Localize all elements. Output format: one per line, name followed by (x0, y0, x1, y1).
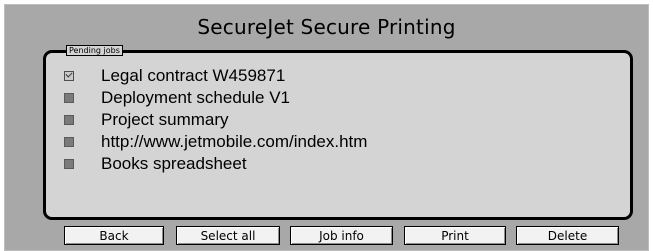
job-item-1[interactable]: Deployment schedule V1 (64, 87, 367, 109)
job-item-4[interactable]: Books spreadsheet (64, 153, 367, 175)
job-checkbox-icon[interactable] (64, 137, 74, 147)
job-checkbox-icon[interactable] (64, 115, 74, 125)
window-title: SecureJet Secure Printing (197, 15, 456, 39)
select-all-button[interactable]: Select all (176, 226, 280, 245)
job-label: Legal contract W459871 (101, 66, 286, 85)
job-label: Deployment schedule V1 (101, 88, 291, 107)
job-info-button[interactable]: Job info (290, 226, 393, 245)
job-checkbox-icon[interactable] (64, 93, 74, 103)
delete-button[interactable]: Delete (516, 226, 619, 245)
job-label: Project summary (101, 110, 229, 129)
job-checkbox-icon[interactable] (64, 159, 74, 169)
back-button[interactable]: Back (64, 226, 164, 245)
job-label: Books spreadsheet (101, 154, 247, 173)
pending-jobs-panel: Pending jobs Legal contract W459871 Depl… (43, 45, 633, 220)
pending-jobs-legend: Pending jobs (66, 45, 123, 56)
job-item-0[interactable]: Legal contract W459871 (64, 65, 367, 87)
job-list: Legal contract W459871 Deployment schedu… (64, 65, 367, 175)
job-label: http://www.jetmobile.com/index.htm (101, 132, 368, 151)
print-button[interactable]: Print (404, 226, 506, 245)
job-checkbox-checked-icon[interactable] (64, 71, 74, 81)
job-item-2[interactable]: Project summary (64, 109, 367, 131)
job-item-3[interactable]: http://www.jetmobile.com/index.htm (64, 131, 367, 153)
printer-screen: SecureJet Secure Printing Pending jobs L… (4, 4, 649, 251)
